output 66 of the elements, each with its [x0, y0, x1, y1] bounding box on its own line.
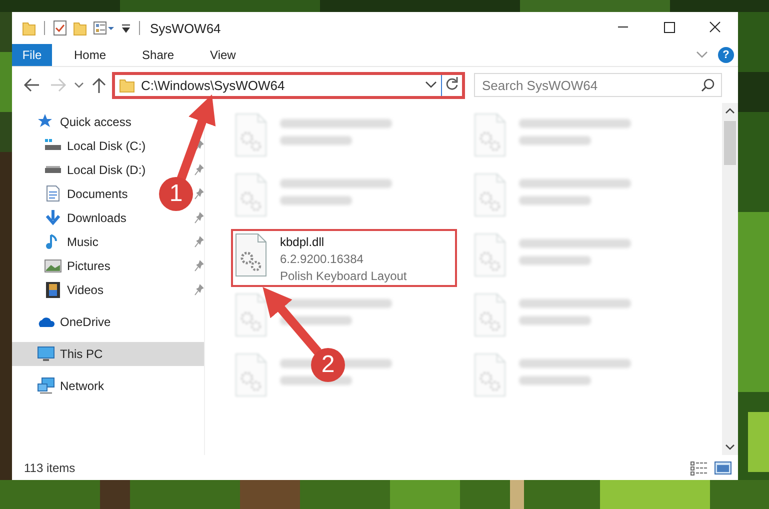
pin-icon[interactable] — [194, 164, 204, 176]
dropdown-icon[interactable] — [425, 81, 437, 89]
document-icon — [44, 185, 62, 203]
nav-item[interactable]: Quick access — [60, 115, 132, 129]
pin-icon[interactable] — [194, 140, 204, 152]
dll-file-icon — [472, 113, 508, 157]
pin-icon[interactable] — [194, 188, 204, 200]
arrow — [262, 287, 322, 355]
dll-file-icon — [472, 173, 508, 217]
monitor-icon — [37, 345, 55, 363]
dll-file-icon — [233, 233, 269, 277]
file-detail: 6.2.9200.16384 — [280, 251, 364, 268]
blurred-text — [519, 256, 591, 265]
file-tab[interactable]: File — [12, 44, 52, 66]
file-item[interactable]: kbdpl.dll 6.2.9200.16384 Polish Keyboard Layout — [231, 229, 457, 287]
folder-icon — [119, 77, 135, 93]
pin-icon[interactable] — [194, 236, 204, 248]
blurred-text — [519, 316, 591, 325]
dll-file-icon — [233, 293, 269, 337]
blurred-text — [280, 196, 352, 205]
picture-icon — [44, 257, 62, 275]
pin-icon[interactable] — [194, 260, 204, 272]
network-icon — [37, 377, 55, 395]
blurred-text — [280, 136, 352, 145]
properties-icon[interactable] — [93, 20, 115, 36]
address-field[interactable]: C:\Windows\SysWOW64 — [115, 74, 442, 96]
dll-file-icon — [233, 113, 269, 157]
ribbon-tab[interactable]: Share — [128, 44, 188, 66]
nav-item[interactable]: Pictures — [67, 259, 110, 273]
dll-file-icon — [472, 233, 508, 277]
blurred-text — [519, 136, 591, 145]
blurred-text — [519, 196, 591, 205]
help-button[interactable]: ? — [718, 47, 734, 63]
chevron-icon[interactable] — [696, 51, 708, 59]
file-detail: Polish Keyboard Layout — [280, 268, 407, 285]
ribbon-tab[interactable]: View — [196, 44, 250, 66]
item-count: 113 items — [24, 460, 76, 474]
nav-item[interactable]: Network — [60, 379, 104, 393]
download-icon — [44, 209, 62, 227]
nav-item[interactable]: This PC — [60, 347, 103, 361]
nav-item[interactable]: OneDrive — [60, 315, 111, 329]
dll-file-icon — [472, 353, 508, 397]
nav-item[interactable]: Local Disk (C:) — [67, 139, 146, 153]
nav-item[interactable]: Downloads — [67, 211, 126, 225]
nav-item[interactable]: Local Disk (D:) — [67, 163, 146, 177]
address-text: C:\Windows\SysWOW64 — [141, 78, 286, 92]
film-icon — [44, 281, 62, 299]
nav-item[interactable]: Videos — [67, 283, 104, 297]
search-icon[interactable] — [701, 78, 715, 92]
dll-file-icon — [472, 293, 508, 337]
scrollbar-thumb[interactable] — [724, 121, 736, 165]
nav-item[interactable]: Documents — [67, 187, 128, 201]
window-title: SysWOW64 — [150, 20, 221, 36]
pin-icon[interactable] — [194, 212, 204, 224]
search-field[interactable]: Search SysWOW64 — [474, 73, 722, 97]
pin-icon[interactable] — [194, 284, 204, 296]
blurred-text — [519, 376, 591, 385]
checklist-icon[interactable] — [53, 20, 67, 36]
file-name: kbdpl.dll — [280, 234, 326, 251]
dll-file-icon — [233, 353, 269, 397]
nav-item[interactable]: Music — [67, 235, 98, 249]
ribbon-tab[interactable]: Home — [60, 44, 120, 66]
details-view-icon[interactable] — [690, 460, 708, 476]
dll-file-icon — [233, 173, 269, 217]
up-icon[interactable] — [90, 75, 108, 95]
tiles-view-icon[interactable] — [714, 460, 732, 476]
